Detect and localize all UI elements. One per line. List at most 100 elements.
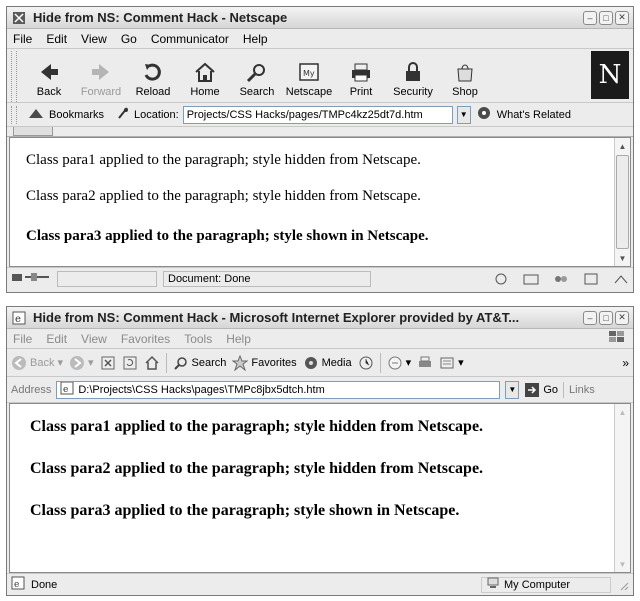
ie-page-content: Class para1 applied to the paragraph; st…	[9, 403, 631, 573]
refresh-button[interactable]	[122, 355, 138, 371]
shop-bag-icon	[457, 64, 473, 82]
netscape-vertical-scrollbar[interactable]: ▲ ▼	[614, 138, 630, 266]
maximize-button[interactable]: □	[599, 10, 613, 25]
scroll-down-arrow-icon[interactable]: ▼	[615, 556, 630, 572]
menu-file[interactable]: File	[13, 32, 32, 46]
address-url-text: D:\Projects\CSS Hacks\pages\TMPc8jbx5dtc…	[78, 383, 325, 396]
netscape-logo[interactable]: N	[591, 51, 629, 99]
status-text: Done	[31, 578, 58, 591]
netscape-navigation-toolbar: Back Forward Reload Home Search My Netsc…	[7, 49, 633, 103]
menu-view[interactable]: View	[81, 332, 107, 346]
netscape-titlebar[interactable]: Hide from NS: Comment Hack - Netscape – …	[7, 7, 633, 29]
minimize-button[interactable]: –	[583, 310, 597, 325]
bookmarks-icon[interactable]	[27, 106, 45, 123]
address-field[interactable]: e D:\Projects\CSS Hacks\pages\TMPc8jbx5d…	[56, 380, 501, 399]
mail-icon	[388, 356, 402, 369]
svg-text:e: e	[63, 385, 68, 395]
netscape-status-bar: Document: Done	[7, 267, 633, 289]
scroll-up-arrow-icon[interactable]: ▲	[615, 138, 630, 154]
shop-button[interactable]: Shop	[439, 51, 491, 102]
ie-titlebar[interactable]: e Hide from NS: Comment Hack - Microsoft…	[7, 307, 633, 329]
newsgroups-icon[interactable]	[553, 273, 569, 285]
menu-communicator[interactable]: Communicator	[151, 32, 229, 46]
history-button[interactable]	[358, 355, 374, 371]
netscape-window: Hide from NS: Comment Hack - Netscape – …	[6, 6, 634, 293]
menu-tools[interactable]: Tools	[184, 332, 212, 346]
menu-help[interactable]: Help	[226, 332, 251, 346]
mail-dropdown-icon[interactable]: ▾	[406, 356, 412, 369]
security-button[interactable]: Security	[387, 51, 439, 102]
svg-text:e: e	[15, 314, 21, 325]
address-book-icon[interactable]	[583, 273, 599, 285]
whats-related-button[interactable]: What's Related	[497, 109, 571, 121]
favorites-button[interactable]: Favorites	[232, 354, 297, 371]
bookmarks-button[interactable]: Bookmarks	[49, 109, 104, 121]
paragraph-para3: Class para3 applied to the paragraph; st…	[30, 502, 460, 519]
locbar-grip[interactable]	[11, 105, 17, 124]
menu-help[interactable]: Help	[243, 32, 268, 46]
mail-button[interactable]: ▾	[387, 355, 412, 371]
home-button[interactable]	[144, 355, 160, 371]
print-button[interactable]	[417, 355, 433, 371]
edit-button[interactable]: ▾	[439, 355, 464, 371]
menu-go[interactable]: Go	[121, 32, 137, 46]
search-button[interactable]: Search	[173, 355, 226, 371]
reload-button[interactable]: Reload	[127, 51, 179, 102]
ie-vertical-scrollbar[interactable]: ▲ ▼	[614, 404, 630, 572]
toolbar-grip[interactable]	[11, 51, 17, 102]
scroll-thumb[interactable]	[616, 155, 629, 249]
stop-button[interactable]	[100, 355, 116, 371]
minimize-button[interactable]: –	[583, 10, 597, 25]
menu-edit[interactable]: Edit	[46, 332, 67, 346]
search-button[interactable]: Search	[231, 51, 283, 102]
address-dropdown-arrow[interactable]: ▼	[505, 380, 520, 399]
forward-arrow-icon	[70, 355, 84, 370]
media-button[interactable]: Media	[303, 355, 352, 371]
back-dropdown-icon[interactable]: ▾	[57, 356, 63, 369]
menu-view[interactable]: View	[81, 32, 107, 46]
close-button[interactable]: ✕	[615, 10, 629, 25]
maximize-button[interactable]: □	[599, 310, 613, 325]
toolbar-collapse-tab[interactable]	[13, 127, 53, 136]
back-button[interactable]: Back ▾	[11, 355, 63, 371]
netscape-menubar: File Edit View Go Communicator Help	[7, 29, 633, 49]
my-computer-icon	[486, 577, 500, 592]
print-button[interactable]: Print	[335, 51, 387, 102]
print-icon	[419, 356, 432, 367]
menu-edit[interactable]: Edit	[46, 32, 67, 46]
navigator-icon[interactable]	[493, 273, 509, 285]
back-button[interactable]: Back	[23, 51, 75, 102]
component-bar-icons[interactable]	[493, 273, 629, 285]
address-label: Address	[11, 383, 52, 396]
menu-favorites[interactable]: Favorites	[121, 332, 170, 346]
back-arrow-icon	[12, 355, 26, 370]
edit-dropdown-icon[interactable]: ▾	[458, 356, 464, 369]
ie-menubar: File Edit View Favorites Tools Help	[7, 329, 633, 349]
netscape-button[interactable]: My Netscape	[283, 51, 335, 102]
menu-file[interactable]: File	[13, 332, 32, 346]
links-button[interactable]: Links	[569, 384, 595, 396]
toolbar-chevron-icon[interactable]: »	[622, 356, 629, 370]
scroll-down-arrow-icon[interactable]: ▼	[615, 250, 630, 266]
location-dropdown-arrow[interactable]: ▼	[456, 105, 471, 124]
go-button[interactable]: Go	[524, 382, 558, 398]
toolbar-separator	[379, 352, 381, 373]
window-title: Hide from NS: Comment Hack - Microsoft I…	[33, 310, 520, 325]
connection-status-icon[interactable]	[11, 271, 51, 286]
mail-icon[interactable]	[523, 273, 539, 285]
edit-page-icon	[440, 357, 454, 368]
forward-button[interactable]: ▾	[69, 355, 94, 371]
scroll-up-arrow-icon[interactable]: ▲	[615, 404, 630, 420]
forward-dropdown-icon[interactable]: ▾	[88, 356, 94, 369]
close-button[interactable]: ✕	[615, 310, 629, 325]
location-url-field[interactable]: Projects/CSS Hacks/pages/TMPc4kz25dt7d.h…	[182, 105, 453, 124]
forward-button[interactable]: Forward	[75, 51, 127, 102]
page-status-icon: e	[11, 576, 25, 593]
composer-icon[interactable]	[613, 273, 629, 285]
whats-related-icon[interactable]	[475, 106, 493, 123]
ie-address-bar: Address e D:\Projects\CSS Hacks\pages\TM…	[7, 377, 633, 403]
home-button[interactable]: Home	[179, 51, 231, 102]
paragraph-para2: Class para2 applied to the paragraph; st…	[30, 460, 484, 477]
resize-grip-icon[interactable]	[617, 579, 629, 591]
location-drag-icon[interactable]	[116, 106, 130, 123]
